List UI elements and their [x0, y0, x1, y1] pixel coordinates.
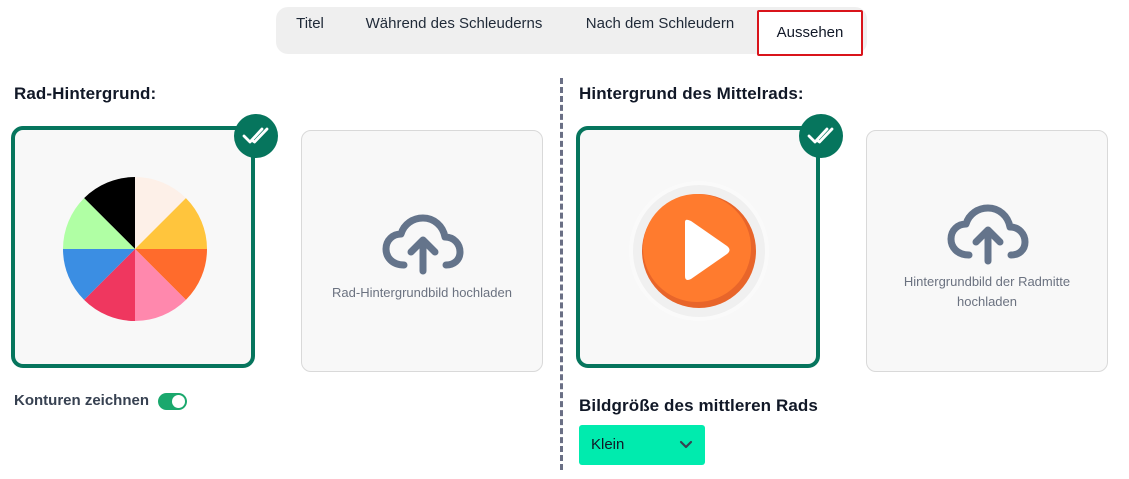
- wheel-background-upload-label: Rad-Hintergrundbild hochladen: [332, 285, 512, 300]
- tab-during-spin[interactable]: Während des Schleuderns: [352, 8, 556, 40]
- center-size-selected-value: Klein: [591, 436, 625, 453]
- tab-appearance[interactable]: Aussehen: [757, 10, 863, 56]
- chevron-down-icon: [679, 440, 693, 449]
- outline-toggle-label: Konturen zeichnen: [14, 392, 150, 409]
- cloud-upload-icon: [382, 214, 464, 275]
- play-button-preview: [629, 181, 769, 321]
- toggle-knob: [172, 395, 185, 408]
- tab-title[interactable]: Titel: [286, 8, 334, 40]
- center-background-default-option[interactable]: [576, 126, 820, 368]
- center-size-heading: Bildgröße des mittleren Rads: [579, 396, 818, 415]
- wheel-background-default-option[interactable]: [11, 126, 255, 368]
- center-background-upload-card[interactable]: Hintergrundbild der Radmitte hochladen: [866, 130, 1108, 372]
- cloud-upload-icon: [947, 204, 1029, 265]
- wheel-background-heading: Rad-Hintergrund:: [14, 84, 157, 103]
- column-divider: [560, 78, 563, 470]
- selected-check-badge: [799, 114, 843, 158]
- outline-toggle[interactable]: [158, 393, 187, 410]
- selected-check-badge: [234, 114, 278, 158]
- center-background-heading: Hintergrund des Mittelrads:: [579, 84, 804, 103]
- color-wheel-preview: [63, 177, 207, 321]
- wheel-background-upload-card[interactable]: Rad-Hintergrundbild hochladen: [301, 130, 543, 372]
- double-check-icon: [807, 127, 834, 144]
- center-size-select[interactable]: Klein: [579, 425, 705, 465]
- double-check-icon: [242, 127, 269, 144]
- center-background-upload-label: Hintergrundbild der Radmitte hochladen: [903, 274, 1071, 309]
- tab-after-spin[interactable]: Nach dem Schleudern: [572, 8, 748, 40]
